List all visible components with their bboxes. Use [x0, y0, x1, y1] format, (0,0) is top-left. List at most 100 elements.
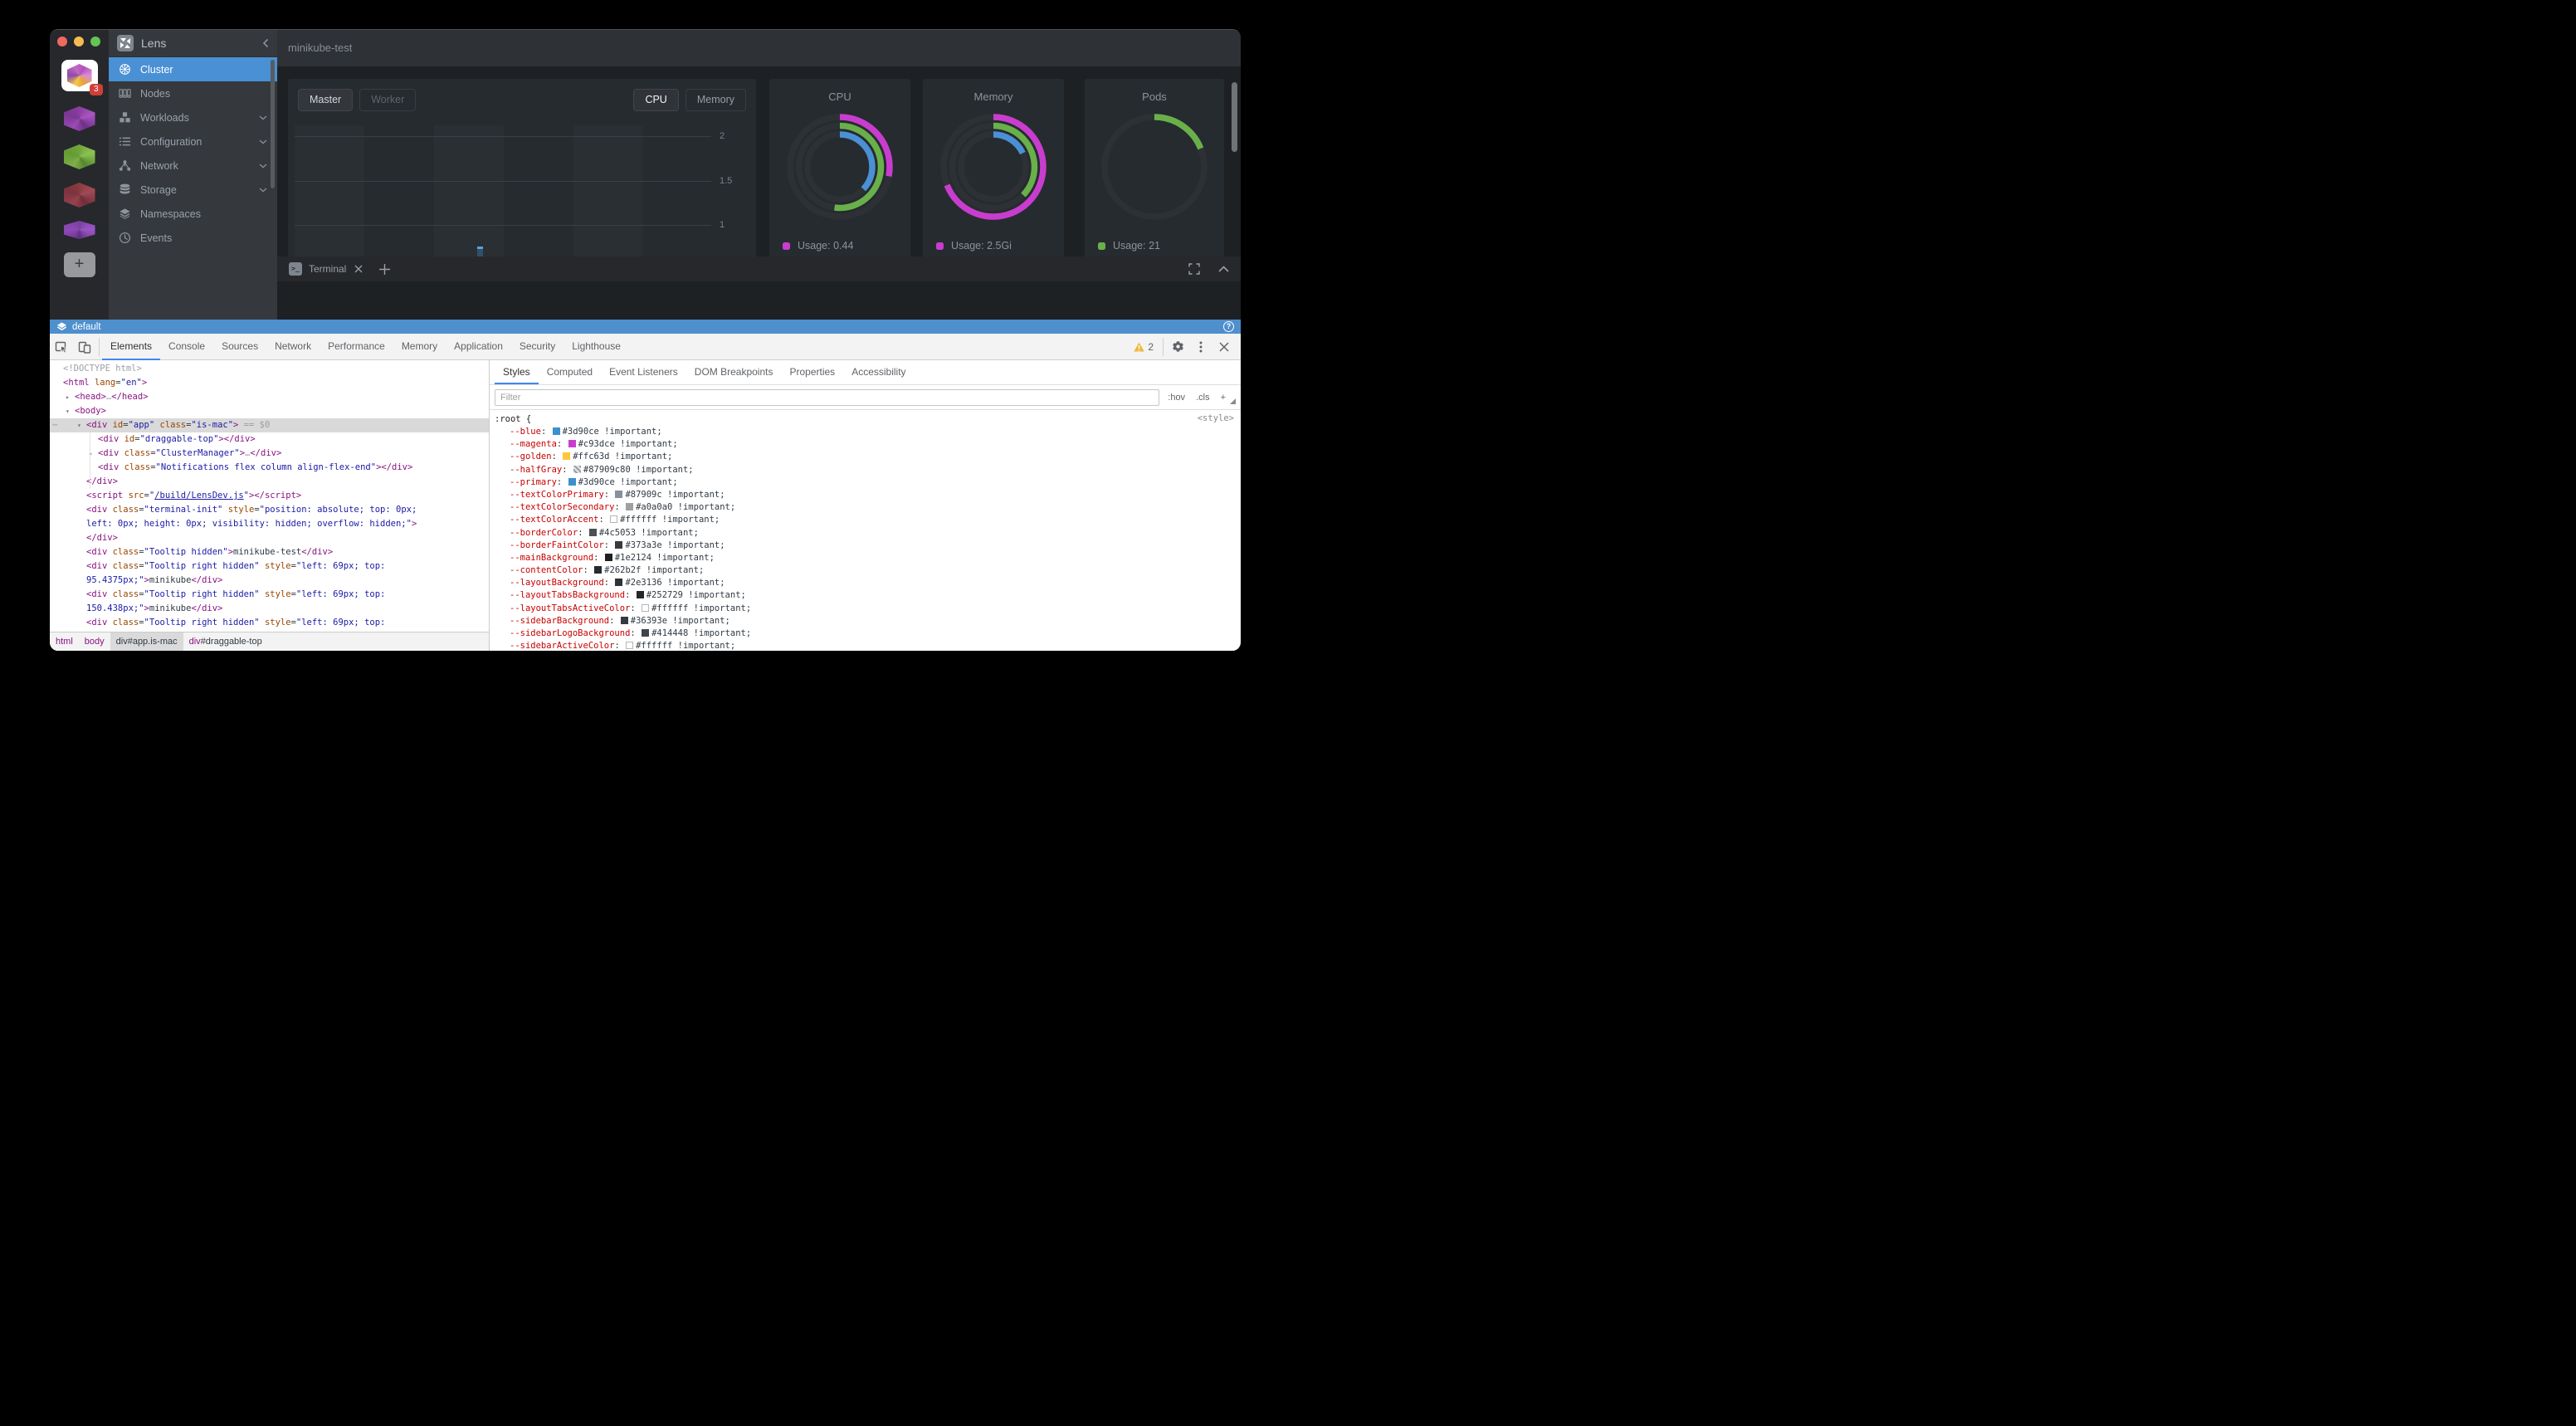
tab-sources[interactable]: Sources — [213, 334, 266, 360]
css-property[interactable]: --mainBackground: #1e2124 !important; — [495, 552, 1236, 564]
css-property[interactable]: --magenta: #c93dce !important; — [495, 438, 1236, 451]
zoom-window-button[interactable] — [90, 37, 100, 46]
color-swatch[interactable] — [553, 427, 560, 435]
tab-dom-breakpoints[interactable]: DOM Breakpoints — [686, 360, 782, 384]
dom-node[interactable]: ▸<head>…</head> — [50, 390, 489, 404]
sidebar-item-cluster[interactable]: Cluster — [109, 57, 277, 81]
dom-node[interactable]: <!DOCTYPE html> — [50, 362, 489, 376]
cluster-icon-green[interactable] — [64, 144, 95, 169]
css-property[interactable]: --textColorAccent: #ffffff !important; — [495, 514, 1236, 526]
inspect-element-icon[interactable] — [50, 334, 73, 360]
close-window-button[interactable] — [57, 37, 67, 46]
dom-node[interactable]: 205.438px;">minikube-test</div> — [50, 630, 489, 632]
tab-security[interactable]: Security — [511, 334, 564, 360]
color-swatch[interactable] — [615, 491, 622, 498]
css-property[interactable]: --sidebarActiveColor: #ffffff !important… — [495, 640, 1236, 651]
tab-memory[interactable]: Memory — [685, 89, 746, 111]
dom-node[interactable]: <div class="Tooltip hidden">minikube-tes… — [50, 545, 489, 559]
css-property[interactable]: --halfGray: #87909c80 !important; — [495, 464, 1236, 476]
color-swatch[interactable] — [621, 617, 628, 624]
tab-performance[interactable]: Performance — [320, 334, 393, 360]
tab-event-listeners[interactable]: Event Listeners — [601, 360, 686, 384]
styles-filter-input[interactable] — [495, 389, 1159, 406]
tab-properties[interactable]: Properties — [781, 360, 843, 384]
dom-node-selected[interactable]: ⋯▾<div id="app" class="is-mac"> == $0 — [50, 418, 489, 432]
twisty-closed-icon[interactable]: ▸ — [66, 390, 70, 404]
metrics-scrollbar[interactable] — [1232, 82, 1237, 152]
dom-node[interactable]: <html lang="en"> — [50, 376, 489, 390]
css-property[interactable]: --sidebarLogoBackground: #414448 !import… — [495, 628, 1236, 640]
tab-styles[interactable]: Styles — [495, 360, 539, 384]
css-property[interactable]: --sidebarBackground: #36393e !important; — [495, 615, 1236, 628]
tab-accessibility[interactable]: Accessibility — [843, 360, 914, 384]
terminal-tab-label[interactable]: Terminal — [309, 263, 346, 275]
devtools-menu-icon[interactable] — [1189, 334, 1212, 360]
css-property[interactable]: --textColorSecondary: #a0a0a0 !important… — [495, 501, 1236, 514]
breadcrumb-item[interactable]: div#app.is-mac — [110, 632, 183, 651]
css-property[interactable]: --textColorPrimary: #87909c !important; — [495, 489, 1236, 501]
styles-toolbar-button[interactable]: :hov — [1168, 393, 1185, 403]
device-toolbar-icon[interactable] — [73, 334, 96, 360]
help-icon[interactable]: ? — [1223, 321, 1234, 332]
sidebar-item-workloads[interactable]: Workloads — [109, 105, 277, 129]
styles-toolbar-button[interactable]: + — [1221, 393, 1226, 403]
tab-cpu[interactable]: CPU — [633, 89, 678, 111]
breadcrumb-item[interactable]: body — [79, 632, 110, 651]
css-selector[interactable]: :root { — [495, 413, 1236, 426]
dom-node[interactable]: <div id="draggable-top"></div> — [50, 432, 489, 447]
namespace-label[interactable]: default — [72, 322, 101, 332]
tab-worker[interactable]: Worker — [359, 89, 416, 111]
color-swatch[interactable] — [637, 591, 644, 598]
minimize-window-button[interactable] — [74, 37, 84, 46]
css-property[interactable]: --layoutBackground: #2e3136 !important; — [495, 577, 1236, 589]
color-swatch[interactable] — [605, 554, 612, 561]
dom-node[interactable]: ▸<div class="ClusterManager">…</div> — [50, 447, 489, 461]
dom-node[interactable]: </div> — [50, 475, 489, 489]
css-property[interactable]: --contentColor: #262b2f !important; — [495, 564, 1236, 577]
css-property[interactable]: --borderColor: #4c5053 !important; — [495, 527, 1236, 540]
dom-node[interactable]: <div class="terminal-init" style="positi… — [50, 503, 489, 517]
color-swatch[interactable] — [563, 452, 570, 460]
dom-node[interactable]: <div class="Notifications flex column al… — [50, 461, 489, 475]
tab-memory[interactable]: Memory — [393, 334, 446, 360]
dom-node[interactable]: <script src="/build/LensDev.js"></script… — [50, 489, 489, 503]
cluster-icon-active[interactable]: 3 — [61, 60, 98, 91]
twisty-open-icon[interactable]: ▾ — [66, 404, 70, 418]
tab-network[interactable]: Network — [266, 334, 320, 360]
dom-node[interactable]: <div class="Tooltip right hidden" style=… — [50, 559, 489, 574]
sidebar-item-nodes[interactable]: Nodes — [109, 81, 277, 105]
css-property[interactable]: --layoutTabsBackground: #252729 !importa… — [495, 589, 1236, 602]
tab-lighthouse[interactable]: Lighthouse — [564, 334, 629, 360]
color-swatch[interactable] — [573, 466, 581, 473]
css-property[interactable]: --primary: #3d90ce !important; — [495, 476, 1236, 489]
terminal-close-icon[interactable] — [354, 265, 363, 273]
styles-toolbar-button[interactable]: .cls — [1196, 393, 1210, 403]
dom-node[interactable]: 150.438px;">minikube</div> — [50, 602, 489, 616]
css-property[interactable]: --golden: #ffc63d !important; — [495, 451, 1236, 463]
color-swatch[interactable] — [642, 629, 649, 637]
css-property[interactable]: --layoutTabsActiveColor: #ffffff !import… — [495, 603, 1236, 615]
terminal-fullscreen-icon[interactable] — [1188, 263, 1200, 275]
cluster-icon-red[interactable] — [64, 183, 95, 208]
terminal-expand-icon[interactable] — [1218, 266, 1229, 272]
collapse-sidebar-icon[interactable] — [262, 38, 269, 48]
tab-console[interactable]: Console — [160, 334, 213, 360]
dom-node[interactable]: <div class="Tooltip right hidden" style=… — [50, 588, 489, 602]
dom-node[interactable]: 95.4375px;">minikube</div> — [50, 574, 489, 588]
css-property[interactable]: --blue: #3d90ce !important; — [495, 426, 1236, 438]
breadcrumb-item[interactable]: div#draggable-top — [183, 632, 268, 651]
sidebar-item-storage[interactable]: Storage — [109, 178, 277, 202]
color-swatch[interactable] — [568, 440, 576, 447]
dom-node[interactable]: left: 0px; height: 0px; visibility: hidd… — [50, 517, 489, 531]
color-swatch[interactable] — [642, 604, 649, 612]
devtools-close-icon[interactable] — [1212, 334, 1236, 360]
color-swatch[interactable] — [589, 529, 597, 536]
cluster-icon-flat[interactable] — [64, 221, 95, 239]
color-swatch[interactable] — [610, 515, 617, 523]
color-swatch[interactable] — [615, 541, 622, 549]
sidebar-item-events[interactable]: Events — [109, 226, 277, 250]
dom-node[interactable]: <div class="Tooltip right hidden" style=… — [50, 616, 489, 630]
resize-grip-icon[interactable] — [1230, 398, 1236, 404]
css-property[interactable]: --borderFaintColor: #373a3e !important; — [495, 540, 1236, 552]
tab-elements[interactable]: Elements — [102, 334, 160, 360]
